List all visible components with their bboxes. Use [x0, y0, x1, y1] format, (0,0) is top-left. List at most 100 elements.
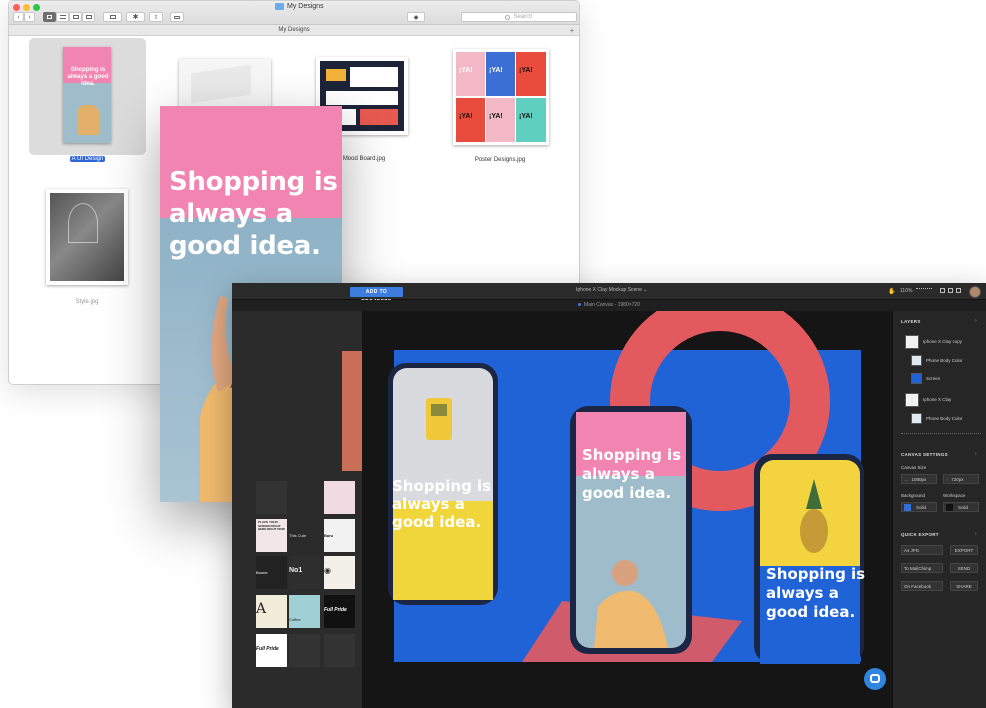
panel-icon[interactable]	[956, 288, 961, 293]
layer-thumbnail	[911, 413, 922, 424]
canvas-width-input[interactable]: ↔ 1080px	[901, 474, 937, 484]
forward-icon: ›	[28, 13, 31, 21]
poster-text-5: ¡YA!	[489, 113, 503, 120]
zoom-controls-icon[interactable]	[916, 288, 932, 293]
export-format-select[interactable]: As JPG	[901, 545, 943, 555]
split-view-icon[interactable]	[948, 288, 953, 293]
chevron-right-icon[interactable]: ›	[975, 318, 977, 324]
workspace-swatch	[946, 503, 953, 511]
list-view-button[interactable]	[56, 12, 69, 22]
file-poster-designs[interactable]: ¡YA! ¡YA! ¡YA! ¡YA! ¡YA! ¡YA! Poster Des…	[445, 47, 555, 169]
folder-icon	[275, 3, 284, 10]
canvas-height-input[interactable]: ↕ 720px	[943, 474, 979, 484]
zoom-window-button[interactable]	[33, 4, 40, 11]
asset-tile[interactable]: A	[256, 595, 287, 628]
zoom-level[interactable]: 110%	[900, 288, 912, 294]
chat-bubble-icon	[870, 674, 880, 683]
send-button[interactable]: SEND	[950, 563, 978, 573]
asset-tile[interactable]: Full Pride	[324, 595, 355, 628]
gear-icon: ✱	[132, 14, 139, 21]
asset-tile[interactable]	[342, 351, 362, 471]
file-style[interactable]: Style.jpg	[37, 187, 137, 309]
asset-tile[interactable]	[324, 481, 355, 514]
layer-row[interactable]: Iphone X Clay	[893, 391, 986, 409]
thumbnail-headline: Shopping is always a good idea.	[67, 67, 109, 87]
canvas-size-label: Canvas Size	[901, 465, 927, 470]
editor-toolbar: ADD TO PROJECTS Iphone X Clay Mockup Sce…	[232, 283, 986, 305]
forward-button[interactable]: ›	[24, 12, 35, 22]
asset-tile[interactable]: No1	[289, 556, 320, 589]
workspace-label: Workspace	[943, 493, 966, 498]
gallery-icon	[85, 15, 92, 19]
canvas-dot-icon	[577, 303, 581, 307]
asset-tile[interactable]: Baru	[324, 519, 355, 552]
add-tab-button[interactable]: +	[568, 26, 576, 35]
file-thumbnail: Shopping is always a good idea.	[63, 47, 111, 143]
background-select[interactable]: Solid	[901, 502, 937, 512]
user-avatar[interactable]	[969, 286, 981, 298]
add-to-projects-button[interactable]: ADD TO PROJECTS	[350, 287, 403, 305]
search-placeholder: Search	[513, 14, 533, 20]
chat-button[interactable]	[864, 668, 886, 690]
hand-tool-icon[interactable]: ✋	[888, 288, 895, 295]
asset-tile[interactable]	[289, 634, 320, 667]
search-field[interactable]: Search	[461, 12, 577, 22]
minimize-window-button[interactable]	[23, 4, 30, 11]
back-icon: ‹	[17, 13, 20, 21]
tag-icon	[174, 15, 180, 19]
layer-row[interactable]: Phone Body Color	[893, 353, 986, 369]
workspace-select[interactable]: Solid	[943, 502, 979, 512]
canvas-info-bar: Main Canvas - 1980×720	[232, 300, 986, 311]
mockup-editor-window: ADD TO PROJECTS Iphone X Clay Mockup Sce…	[232, 283, 986, 708]
asset-tile[interactable]: PLACE YOUR SCREEN RIGHT HERE RIGHT NOW	[256, 519, 287, 552]
facebook-select[interactable]: On Facebook	[901, 581, 943, 591]
canvas-label: Main Canvas - 1980×720	[583, 302, 640, 308]
document-title[interactable]: Iphone X Clay Mockup Scene ⌄	[576, 287, 647, 293]
window-title: My Designs	[275, 3, 324, 10]
asset-tile[interactable]	[324, 634, 355, 667]
gallery-view-button[interactable]	[82, 12, 95, 22]
group-button[interactable]	[103, 12, 122, 22]
back-button[interactable]: ‹	[13, 12, 24, 22]
right-phone-headline: Shopping is always a good idea.	[766, 565, 866, 621]
tags-button[interactable]	[170, 12, 184, 22]
asset-tile[interactable]: This Cute	[289, 519, 320, 552]
center-phone-headline: Shopping is always a good idea.	[582, 446, 682, 502]
export-button[interactable]: EXPORT	[950, 545, 978, 555]
asset-tile[interactable]: Boone	[256, 556, 287, 589]
layer-thumbnail	[905, 393, 919, 407]
share-button[interactable]: ⇧	[149, 12, 163, 22]
background-swatch	[904, 503, 911, 511]
dropbox-button[interactable]: ◆	[407, 12, 425, 22]
eye-icon: ◉	[324, 566, 331, 575]
chevron-right-icon[interactable]: ›	[975, 451, 977, 457]
canvas-area[interactable]: Shopping is always a good idea. Shopping…	[362, 311, 892, 708]
left-phone-headline: Shopping is always a good idea.	[392, 477, 492, 531]
file-a-ui-design[interactable]: Shopping is always a good idea. A UI Des…	[29, 38, 146, 168]
search-icon	[505, 14, 511, 20]
asset-tile[interactable]: Coffee	[289, 595, 320, 628]
asset-tile[interactable]: Full Pride	[256, 634, 287, 667]
canvas-height-value: 720px	[951, 476, 964, 482]
group-icon	[109, 15, 116, 19]
quick-export-header: QUICK EXPORT	[901, 532, 939, 537]
layer-row[interactable]: Phone Body Color	[893, 411, 986, 427]
background-label: Background	[901, 493, 926, 498]
share-button[interactable]: SHARE	[950, 581, 978, 591]
layer-row[interactable]: Screen	[893, 371, 986, 387]
layer-label: Phone Body Color	[926, 416, 963, 421]
layout-icon[interactable]	[940, 288, 945, 293]
path-label: My Designs	[278, 27, 310, 33]
chevron-right-icon[interactable]: ›	[975, 531, 977, 537]
action-button[interactable]: ✱	[126, 12, 145, 22]
asset-tile[interactable]: ◉	[324, 556, 355, 589]
close-window-button[interactable]	[13, 4, 20, 11]
layer-label: Phone Body Color	[926, 358, 963, 363]
layer-row[interactable]: Iphone X Clay copy	[893, 333, 986, 351]
height-icon: ↕	[946, 476, 949, 482]
column-view-button[interactable]	[69, 12, 82, 22]
mailchimp-select[interactable]: To MailChimp	[901, 563, 943, 573]
asset-tile[interactable]	[256, 481, 287, 514]
icon-view-button[interactable]	[43, 12, 56, 22]
path-bar: My Designs	[9, 25, 579, 36]
